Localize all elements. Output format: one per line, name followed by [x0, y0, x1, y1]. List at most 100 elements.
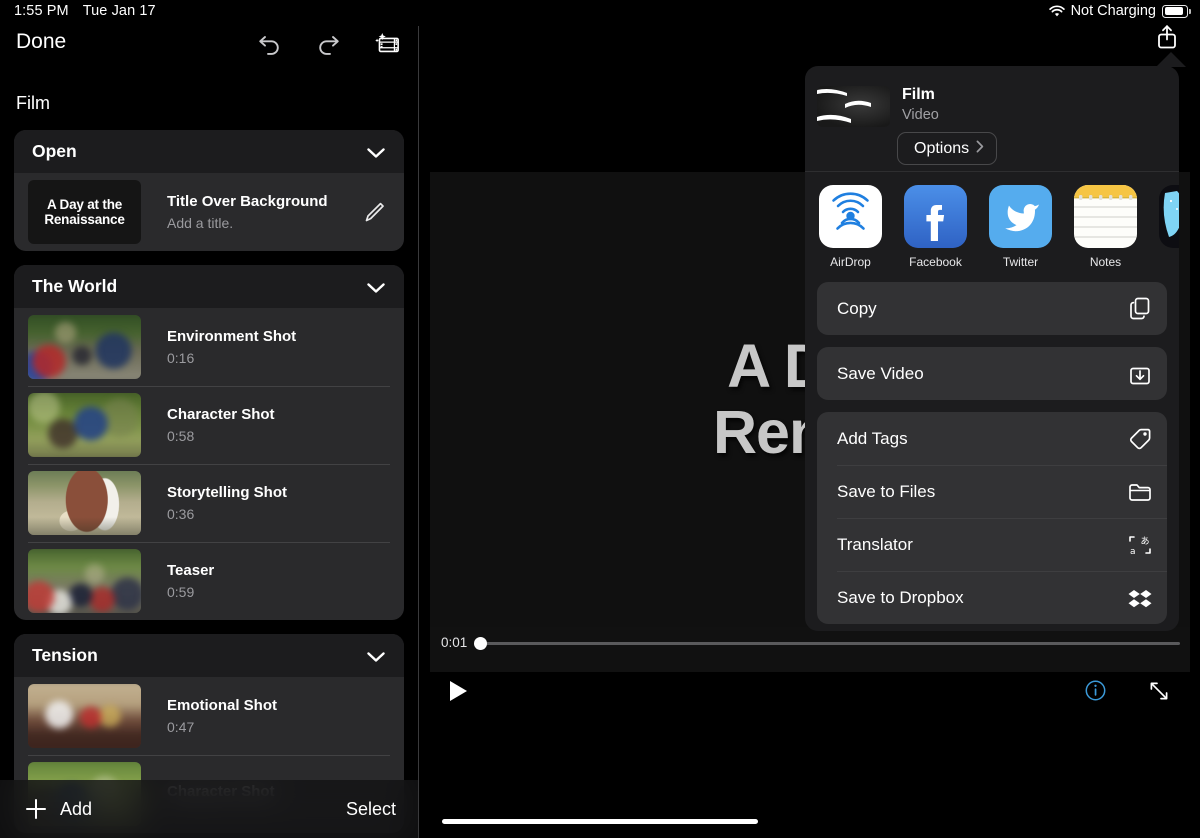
share-action-copy[interactable]: Copy	[817, 282, 1167, 335]
list-item-title: Storytelling Shot	[167, 483, 287, 501]
share-action-save-video[interactable]: Save Video	[817, 347, 1167, 400]
info-circle-icon[interactable]	[1085, 680, 1106, 701]
list-item-duration: 0:16	[167, 350, 195, 367]
page-title: Film	[16, 93, 50, 113]
title-card-line2: Renaissance	[44, 212, 125, 227]
video-thumbnail	[28, 684, 141, 748]
select-button[interactable]: Select	[346, 799, 396, 820]
scrubber-track[interactable]	[476, 642, 1180, 645]
play-icon[interactable]	[450, 681, 467, 701]
share-app-notes[interactable]: Notes	[1074, 185, 1137, 269]
share-app-twitter[interactable]: Twitter	[989, 185, 1052, 269]
share-app-label: Twitter	[1002, 255, 1039, 269]
twitter-icon	[989, 185, 1052, 248]
list-item[interactable]: Storytelling Shot 0:36	[14, 464, 404, 542]
share-action-label: Translator	[837, 534, 913, 554]
redo-icon[interactable]	[314, 30, 342, 58]
section-header-the-world[interactable]: The World	[14, 265, 404, 308]
section-title: The World	[32, 276, 118, 296]
add-button-label: Add	[60, 798, 93, 819]
share-action-add-tags[interactable]: Add Tags	[817, 412, 1167, 465]
share-item-thumbnail	[817, 86, 890, 127]
list-item-title: Character Shot	[167, 405, 275, 423]
list-item-text: Title Over Background Add a title.	[167, 193, 362, 232]
chevron-down-icon[interactable]	[366, 146, 386, 158]
folder-icon	[1127, 479, 1153, 505]
section-header-open[interactable]: Open	[14, 130, 404, 173]
list-item-text: Environment Shot 0:16	[167, 328, 388, 367]
scrubber-knob[interactable]	[474, 637, 487, 650]
title-card-thumbnail: A Day at the Renaissance	[28, 180, 141, 244]
plus-icon	[26, 799, 46, 819]
list-item-title: Title Over Background	[167, 192, 328, 210]
chevron-down-icon[interactable]	[366, 281, 386, 293]
undo-icon[interactable]	[256, 30, 284, 58]
share-action-group-3: Add Tags Save to Files Translator あ a Sa…	[817, 412, 1167, 624]
share-app-partial[interactable]: K	[1159, 185, 1179, 269]
share-action-label: Add Tags	[837, 428, 908, 448]
list-item-duration: 0:58	[167, 428, 195, 445]
list-item[interactable]: Character Shot 0:58	[14, 386, 404, 464]
share-action-group-2: Save Video	[817, 347, 1167, 400]
section-header-tension[interactable]: Tension	[14, 634, 404, 677]
section-open: Open A Day at the Renaissance Title Over…	[14, 130, 404, 251]
magic-movie-icon[interactable]	[372, 30, 400, 58]
done-button[interactable]: Done	[16, 30, 66, 54]
wifi-icon	[1048, 4, 1065, 18]
status-bar: 1:55 PM Tue Jan 17 Not Charging	[0, 0, 1200, 26]
share-action-save-to-files[interactable]: Save to Files	[817, 465, 1167, 518]
share-action-save-to-dropbox[interactable]: Save to Dropbox	[817, 571, 1167, 624]
list-item[interactable]: A Day at the Renaissance Title Over Back…	[14, 173, 404, 251]
share-action-label: Save to Files	[837, 481, 936, 501]
share-action-label: Save Video	[837, 363, 924, 383]
share-apps-row[interactable]: AirDrop Facebook Twitter Notes	[805, 172, 1179, 282]
list-item-title: Emotional Shot	[167, 696, 277, 714]
share-item-name: Film	[902, 86, 935, 103]
share-action-group-1: Copy	[817, 282, 1167, 335]
player-controls	[430, 672, 1190, 718]
options-button-label: Options	[914, 139, 970, 157]
share-action-label: Copy	[837, 298, 877, 318]
facebook-icon	[904, 185, 967, 248]
share-app-label: Notes	[1089, 255, 1122, 269]
video-thumbnail	[28, 393, 141, 457]
list-item[interactable]: Teaser 0:59	[14, 542, 404, 620]
popover-arrow	[1156, 52, 1186, 67]
list-item-text: Storytelling Shot 0:36	[167, 484, 388, 523]
sections-scroll-area[interactable]: Open A Day at the Renaissance Title Over…	[0, 130, 418, 838]
home-indicator	[442, 819, 758, 824]
pencil-icon[interactable]	[362, 199, 388, 225]
share-icon[interactable]	[1152, 22, 1182, 52]
project-sidebar: Done Film Open A Day at the Renaissance …	[0, 26, 418, 838]
status-bar-right: Not Charging	[1048, 3, 1191, 19]
share-actions: Copy Save Video Add Tags Save to Files T…	[805, 282, 1179, 624]
share-app-label: K	[1159, 255, 1179, 269]
expand-arrows-icon[interactable]	[1148, 680, 1170, 702]
list-item-text: Character Shot 0:58	[167, 406, 388, 445]
status-date: Tue Jan 17	[82, 3, 156, 19]
ipad-screen: 1:55 PM Tue Jan 17 Not Charging Done Fil…	[0, 0, 1200, 838]
playback-scrubber[interactable]: 0:01	[430, 627, 1190, 672]
list-item-text: Teaser 0:59	[167, 562, 388, 601]
tag-icon	[1127, 426, 1153, 452]
chevron-right-icon	[976, 140, 984, 158]
status-time: 1:55 PM	[14, 3, 69, 19]
status-bar-left: 1:55 PM Tue Jan 17	[14, 3, 156, 19]
notes-icon	[1074, 185, 1137, 248]
share-app-label: AirDrop	[830, 255, 871, 269]
share-action-translator[interactable]: Translator あ a	[817, 518, 1167, 571]
list-item[interactable]: Environment Shot 0:16	[14, 308, 404, 386]
partial-app-icon	[1159, 185, 1179, 248]
translate-icon: あ a	[1127, 532, 1153, 558]
share-app-label: Facebook	[909, 255, 962, 269]
options-button[interactable]: Options	[897, 132, 998, 165]
sidebar-bottom-toolbar: Add Select	[0, 780, 418, 838]
list-item-subtitle: Add a title.	[167, 215, 234, 232]
add-button[interactable]: Add	[26, 799, 92, 820]
chevron-down-icon[interactable]	[366, 650, 386, 662]
editor-toolbar: Done	[0, 26, 418, 66]
share-app-facebook[interactable]: Facebook	[904, 185, 967, 269]
share-app-airdrop[interactable]: AirDrop	[819, 185, 882, 269]
list-item[interactable]: Emotional Shot 0:47	[14, 677, 404, 755]
save-download-icon	[1127, 361, 1153, 387]
